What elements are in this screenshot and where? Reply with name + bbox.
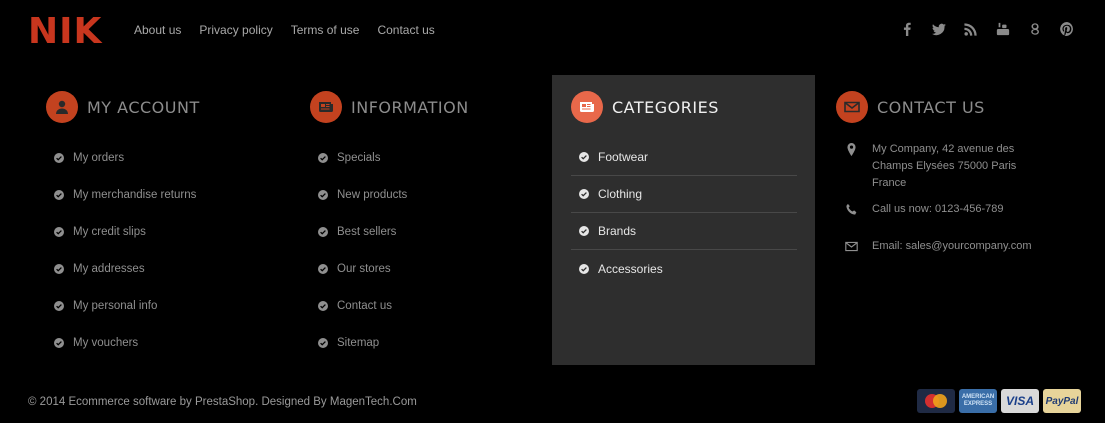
contact-header: CONTACT US [836, 75, 1076, 139]
check-circle-icon [318, 189, 328, 200]
category-link-clothing[interactable]: Clothing [571, 176, 797, 213]
check-circle-icon [579, 152, 589, 162]
categories-header: CATEGORIES [552, 75, 815, 139]
account-link-personal-info[interactable]: My personal info [46, 287, 286, 324]
social-links [899, 20, 1075, 38]
envelope-icon [845, 240, 859, 259]
check-circle-icon [54, 337, 64, 348]
info-link-best-sellers[interactable]: Best sellers [310, 213, 550, 250]
nav-link-terms[interactable]: Terms of use [291, 23, 360, 37]
visa-icon: VISA [1001, 389, 1039, 413]
check-circle-icon [579, 226, 589, 236]
my-account-section: MY ACCOUNT My orders My merchandise retu… [46, 75, 286, 365]
nav-link-about[interactable]: About us [134, 23, 181, 37]
section-title: CATEGORIES [612, 97, 719, 117]
contact-section: CONTACT US My Company, 42 avenue des Cha… [836, 75, 1076, 365]
category-link-accessories[interactable]: Accessories [571, 250, 797, 287]
paypal-icon: PayPal [1043, 389, 1081, 413]
info-link-specials[interactable]: Specials [310, 139, 550, 176]
check-circle-icon [318, 300, 328, 311]
account-link-returns[interactable]: My merchandise returns [46, 176, 286, 213]
my-account-header: MY ACCOUNT [46, 75, 286, 139]
google-plus-icon[interactable] [1027, 20, 1043, 38]
check-circle-icon [54, 263, 64, 274]
check-circle-icon [54, 300, 64, 311]
check-circle-icon [54, 226, 64, 237]
check-circle-icon [54, 189, 64, 200]
category-link-footwear[interactable]: Footwear [571, 139, 797, 176]
site-logo[interactable]: NIK [28, 12, 102, 52]
information-header: INFORMATION [310, 75, 550, 139]
account-link-credit-slips[interactable]: My credit slips [46, 213, 286, 250]
section-title: MY ACCOUNT [87, 97, 200, 117]
map-marker-icon [845, 143, 859, 162]
categories-section: CATEGORIES Footwear Clothing Brands Acce… [552, 75, 815, 365]
contact-email[interactable]: Email: sales@yourcompany.com [836, 238, 1076, 268]
phone-icon [845, 203, 859, 222]
nav-link-contact[interactable]: Contact us [377, 23, 434, 37]
check-circle-icon [318, 226, 328, 237]
newspaper-icon [571, 91, 603, 123]
account-link-addresses[interactable]: My addresses [46, 250, 286, 287]
check-circle-icon [54, 152, 64, 163]
check-circle-icon [579, 189, 589, 199]
section-title: CONTACT US [877, 97, 985, 117]
check-circle-icon [318, 337, 328, 348]
footer-copyright: © 2014 Ecommerce software by PrestaShop.… [28, 396, 417, 408]
nav-link-privacy[interactable]: Privacy policy [199, 23, 272, 37]
info-link-new-products[interactable]: New products [310, 176, 550, 213]
check-circle-icon [318, 152, 328, 163]
info-link-contact-us[interactable]: Contact us [310, 287, 550, 324]
pinterest-icon[interactable] [1059, 20, 1075, 38]
check-circle-icon [579, 263, 589, 274]
account-link-vouchers[interactable]: My vouchers [46, 324, 286, 361]
section-title: INFORMATION [351, 97, 469, 117]
top-bar: NIK About us Privacy policy Terms of use… [0, 0, 1105, 62]
user-icon [46, 91, 78, 123]
top-nav: About us Privacy policy Terms of use Con… [134, 23, 435, 37]
twitter-icon[interactable] [931, 20, 947, 38]
youtube-icon[interactable] [995, 20, 1011, 38]
rss-icon[interactable] [963, 20, 979, 38]
account-link-orders[interactable]: My orders [46, 139, 286, 176]
contact-address: My Company, 42 avenue des Champs Elysées… [836, 141, 1076, 201]
info-link-sitemap[interactable]: Sitemap [310, 324, 550, 361]
contact-phone: Call us now: 0123-456-789 [836, 201, 1076, 238]
check-circle-icon [318, 263, 328, 274]
mastercard-icon [917, 389, 955, 413]
newspaper-icon [310, 91, 342, 123]
amex-icon: AMERICAN EXPRESS [959, 389, 997, 413]
info-link-our-stores[interactable]: Our stores [310, 250, 550, 287]
information-section: INFORMATION Specials New products Best s… [310, 75, 550, 365]
payment-methods: AMERICAN EXPRESS VISA PayPal [917, 389, 1081, 413]
envelope-icon [836, 91, 868, 123]
category-link-brands[interactable]: Brands [571, 213, 797, 250]
facebook-icon[interactable] [899, 20, 915, 38]
